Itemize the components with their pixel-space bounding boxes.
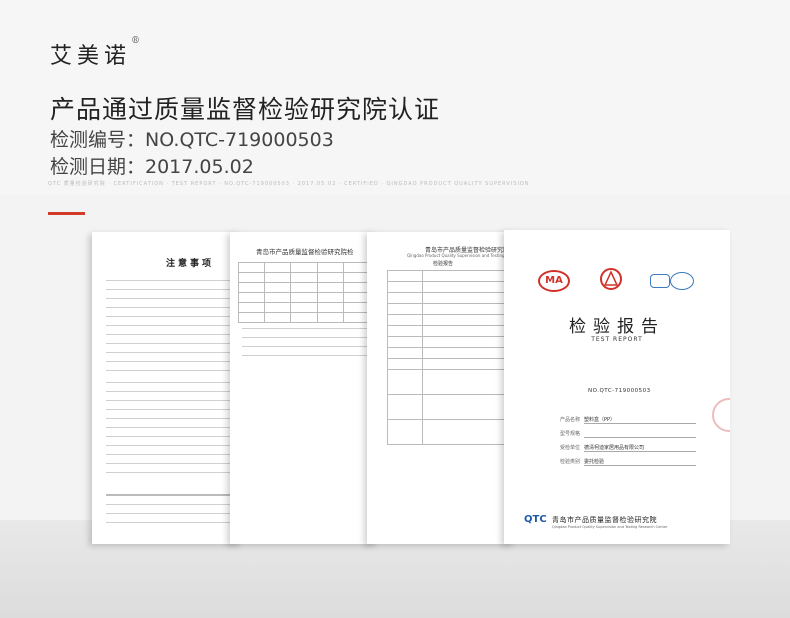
notice-title: 注意事项 (166, 259, 215, 269)
results-sheet-title: 青岛市产品质量监督检验研究院检 (256, 248, 354, 256)
report-number: 检测编号：NO.QTC-719000503 (50, 129, 334, 151)
notice-contact-block (106, 494, 238, 531)
field-value: 德清柯迪家居用品有限公司 (584, 444, 696, 452)
field-label: 产品名称 (559, 417, 580, 423)
accent-divider (48, 212, 85, 215)
red-stamp-icon (712, 398, 730, 432)
field-label: 型号规格 (559, 431, 580, 437)
field-label: 检验类别 (559, 459, 580, 465)
field-label: 受检单位 (559, 445, 580, 451)
info-sheet: 青岛市产品质量监督检验研究院 Qingdao Product Quality S… (367, 232, 515, 544)
ilac-mra-icon (650, 274, 670, 288)
field-value: 委托检验 (584, 458, 696, 466)
cal-seal-icon (600, 268, 622, 290)
field-value (584, 430, 696, 438)
results-table (237, 262, 371, 323)
institute-name: 青岛市产品质量监督检验研究院 (552, 516, 657, 524)
report-cover-sheet: MA 检验报告 TEST REPORT NO.QTC-719000503 产品名… (504, 230, 730, 544)
cma-seal-icon: MA (538, 270, 570, 292)
report-cover-subtitle: TEST REPORT (591, 336, 643, 343)
info-sheet-caption: 检验报告 (433, 261, 454, 267)
page-title: 产品通过质量监督检验研究院认证 (50, 95, 441, 124)
report-date: 检测日期：2017.05.02 (50, 156, 254, 178)
info-sheet-subtitle: Qingdao Product Quality Supervision and … (407, 253, 505, 258)
report-cover-title: 检验报告 (569, 317, 665, 337)
institute-name-en: Qingdao Product Quality Supervision and … (552, 525, 668, 529)
qtc-logo: QTC (524, 514, 547, 525)
cnas-icon (670, 272, 694, 290)
notice-english-block (106, 382, 238, 481)
results-notes (242, 328, 374, 364)
faint-caption: QTC 质量检验研究院 · CERTIFICATION · TEST REPOR… (48, 181, 528, 187)
notice-sheet: 注意事项 (92, 232, 242, 544)
brand-logo: 艾美诺® (50, 36, 141, 69)
results-sheet: 青岛市产品质量监督检验研究院检 (230, 232, 378, 544)
field-value: 塑料盒（PP） (584, 416, 696, 424)
info-table (387, 270, 509, 445)
cover-report-number: NO.QTC-719000503 (588, 388, 651, 394)
notice-text-block (106, 280, 238, 379)
